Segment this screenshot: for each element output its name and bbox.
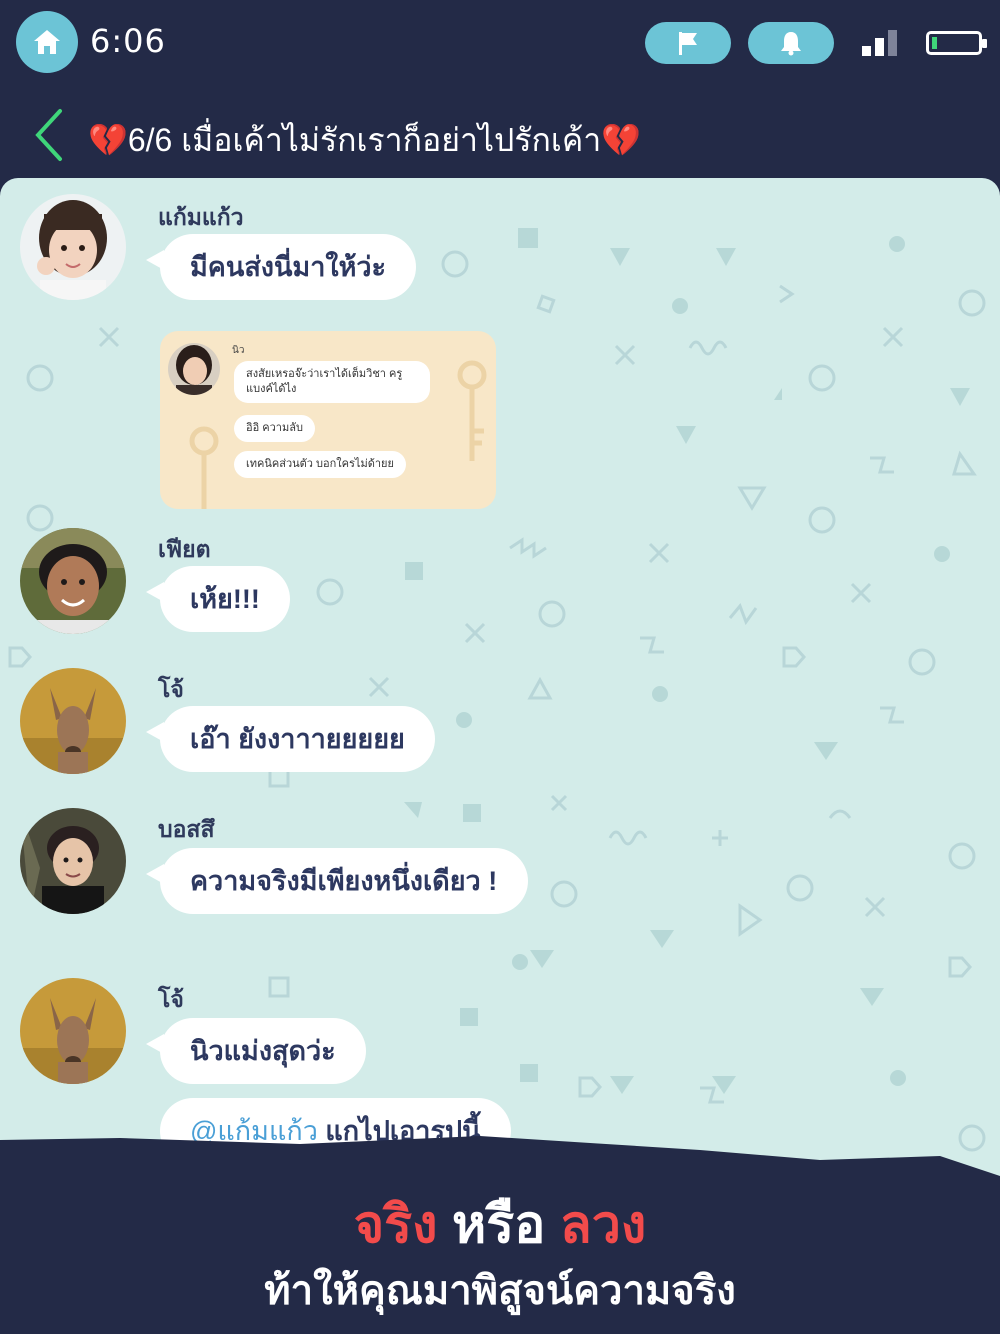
flag-button[interactable] bbox=[645, 22, 731, 64]
promo-word-true: จริง bbox=[353, 1196, 438, 1254]
shared-sender-name: นิว bbox=[232, 345, 245, 356]
background-pattern bbox=[8, 228, 986, 1152]
sender-name: บอสสึ bbox=[158, 816, 215, 842]
sender-name: โจ้ bbox=[158, 986, 184, 1012]
sender-name: โจ้ bbox=[158, 676, 184, 702]
message-bubble[interactable]: นิวแม่งสุดว่ะ bbox=[146, 1018, 366, 1084]
chat-area[interactable]: แก้มแก้ว มีคนส่งนี่มาให้ว่ะ นิว สงสัยเหร… bbox=[0, 178, 1000, 1178]
flag-icon bbox=[679, 32, 697, 55]
message-bubble[interactable]: มีคนส่งนี่มาให้ว่ะ bbox=[145, 234, 417, 300]
shared-bubble: เทคนิคส่วนตัว บอกใครไม่ด้ายย bbox=[234, 451, 406, 478]
status-bar: 6:06 bbox=[0, 0, 1000, 90]
chat-title: 💔6/6 เมื่อเค้าไม่รักเราก็อย่าไปรักเค้า💔 bbox=[88, 122, 642, 158]
status-time: 6:06 bbox=[90, 22, 166, 60]
promo-title: จริง หรือ ลวง bbox=[0, 1182, 1000, 1265]
avatar[interactable] bbox=[20, 808, 126, 914]
avatar[interactable] bbox=[20, 528, 126, 634]
message-bubble[interactable]: ความจริงมีเพียงหนึ่งเดียว ! bbox=[146, 848, 528, 914]
battery-icon bbox=[926, 31, 987, 55]
message-bubble[interactable]: เอ๊า ยังงาาายยยยย bbox=[146, 706, 435, 772]
avatar[interactable] bbox=[20, 668, 126, 774]
avatar[interactable] bbox=[20, 978, 126, 1084]
shared-avatar bbox=[168, 343, 220, 395]
promo-banner: จริง หรือ ลวง ท้าให้คุณมาพิสูจน์ความจริง bbox=[0, 1130, 1000, 1334]
shared-bubble: สงสัยเหรอจ๊ะว่าเราได้เต็มวิชา ครูแบงค์ได… bbox=[234, 361, 430, 403]
bell-icon bbox=[781, 32, 801, 56]
promo-word-or: หรือ bbox=[451, 1196, 546, 1254]
chevron-left-icon[interactable] bbox=[30, 107, 70, 163]
shared-image-message[interactable]: นิว สงสัยเหรอจ๊ะว่าเราได้เต็มวิชา ครูแบง… bbox=[160, 331, 496, 509]
home-icon bbox=[34, 30, 60, 54]
home-button[interactable] bbox=[16, 11, 78, 73]
promo-word-fake: ลวง bbox=[559, 1196, 647, 1254]
sender-name: เฟียต bbox=[158, 536, 211, 562]
promo-subtitle: ท้าให้คุณมาพิสูจน์ความจริง bbox=[264, 1269, 736, 1313]
signal-icon bbox=[862, 30, 897, 56]
avatar[interactable] bbox=[20, 194, 126, 300]
shared-bubble: อิอิ ความลับ bbox=[234, 415, 315, 442]
sender-name: แก้มแก้ว bbox=[158, 204, 244, 230]
message-bubble[interactable]: เห้ย!!! bbox=[146, 566, 290, 632]
notification-button[interactable] bbox=[748, 22, 834, 64]
chat-header: 💔6/6 เมื่อเค้าไม่รักเราก็อย่าไปรักเค้า💔 bbox=[0, 95, 1000, 175]
